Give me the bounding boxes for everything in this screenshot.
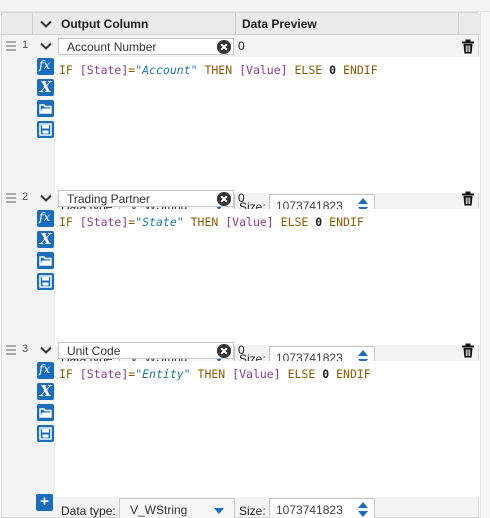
size-spinner[interactable] (354, 501, 372, 518)
formula-row-header: 1 Account Number 0 (2, 35, 480, 57)
formula-row-header: 2 Trading Partner 0 (2, 187, 480, 209)
drag-grip-icon[interactable] (6, 41, 16, 51)
dropdown-arrow-icon (214, 508, 224, 514)
output-column-name-input[interactable]: Unit Code (58, 342, 234, 359)
header-divider (32, 13, 33, 35)
save-icon[interactable] (37, 273, 54, 290)
data-type-select[interactable]: V_WString (119, 498, 235, 518)
trash-icon[interactable] (461, 191, 475, 206)
output-column-name-text: Account Number (67, 40, 157, 54)
header-divider (458, 13, 459, 35)
drag-grip-icon[interactable] (6, 345, 16, 355)
data-preview-header: Data Preview (242, 17, 317, 31)
formula-row-header: 3 Unit Code 0 (2, 339, 480, 361)
trash-icon[interactable] (461, 39, 475, 54)
variable-icon[interactable]: X (37, 78, 54, 96)
fx-icon[interactable]: fx (37, 362, 54, 379)
size-value: 1073741823 (276, 503, 343, 517)
vertical-scrollbar[interactable] (480, 12, 490, 518)
spinner-down-icon[interactable] (358, 511, 368, 517)
expression-text: IF [State]="Entity" THEN [Value] ELSE 0 … (59, 367, 371, 381)
formula-panel: Output Column Data Preview 1 Account Num… (1, 12, 480, 518)
clear-icon[interactable] (217, 344, 231, 358)
expression-tools: fx X (36, 209, 55, 293)
size-label: Size: (239, 504, 266, 518)
open-folder-icon[interactable] (37, 404, 54, 421)
formula-row: 3 Unit Code 0 fx X IF [State]="Entity" T… (2, 339, 480, 518)
data-preview-value: 0 (238, 39, 245, 53)
fx-icon[interactable]: fx (37, 210, 54, 227)
expression-editor[interactable]: IF [State]="Account" THEN [Value] ELSE 0… (55, 57, 480, 193)
formula-row: 1 Account Number 0 fx X IF [State]="Acco… (2, 35, 480, 217)
output-column-name-text: Unit Code (67, 344, 121, 358)
save-icon[interactable] (37, 425, 54, 442)
fx-icon[interactable]: fx (37, 58, 54, 75)
expression-editor[interactable]: IF [State]="State" THEN [Value] ELSE 0 E… (55, 209, 480, 345)
row-number: 2 (21, 191, 29, 203)
output-column-name-input[interactable]: Trading Partner (58, 190, 234, 207)
top-toolbar-strip (0, 0, 490, 12)
row-number: 1 (21, 39, 29, 51)
formula-row: 2 Trading Partner 0 fx X IF [State]="Sta… (2, 187, 480, 369)
expression-tools: fx X (36, 57, 55, 141)
size-input[interactable]: 1073741823 (269, 498, 375, 518)
trash-icon[interactable] (461, 343, 475, 358)
data-preview-value: 0 (238, 343, 245, 357)
spinner-up-icon[interactable] (358, 502, 368, 508)
expression-editor[interactable]: IF [State]="Entity" THEN [Value] ELSE 0 … (55, 361, 480, 497)
open-folder-icon[interactable] (37, 252, 54, 269)
data-type-label: Data type: (61, 504, 116, 518)
output-column-header: Output Column (61, 17, 149, 31)
expression-text: IF [State]="State" THEN [Value] ELSE 0 E… (59, 215, 364, 229)
collapse-all-chevron-icon[interactable] (39, 17, 53, 31)
chevron-down-icon[interactable] (39, 191, 53, 205)
output-column-name-text: Trading Partner (67, 192, 150, 206)
column-header: Output Column Data Preview (2, 13, 480, 35)
drag-grip-icon[interactable] (6, 193, 16, 203)
type-bar: Data type: V_WString Size: 1073741823 (55, 497, 480, 518)
variable-icon[interactable]: X (37, 230, 54, 248)
expression-text: IF [State]="Account" THEN [Value] ELSE 0… (59, 63, 378, 77)
chevron-down-icon[interactable] (39, 343, 53, 357)
output-column-name-input[interactable]: Account Number (58, 38, 234, 55)
add-expression-button[interactable]: + (36, 494, 53, 511)
save-icon[interactable] (37, 121, 54, 138)
open-folder-icon[interactable] (37, 100, 54, 117)
data-type-value: V_WString (130, 503, 188, 517)
clear-icon[interactable] (217, 40, 231, 54)
variable-icon[interactable]: X (37, 382, 54, 400)
clear-icon[interactable] (217, 192, 231, 206)
header-divider[interactable] (235, 13, 236, 35)
data-preview-value: 0 (238, 191, 245, 205)
chevron-down-icon[interactable] (39, 39, 53, 53)
expression-tools: fx X (36, 361, 55, 445)
row-number: 3 (21, 343, 29, 355)
